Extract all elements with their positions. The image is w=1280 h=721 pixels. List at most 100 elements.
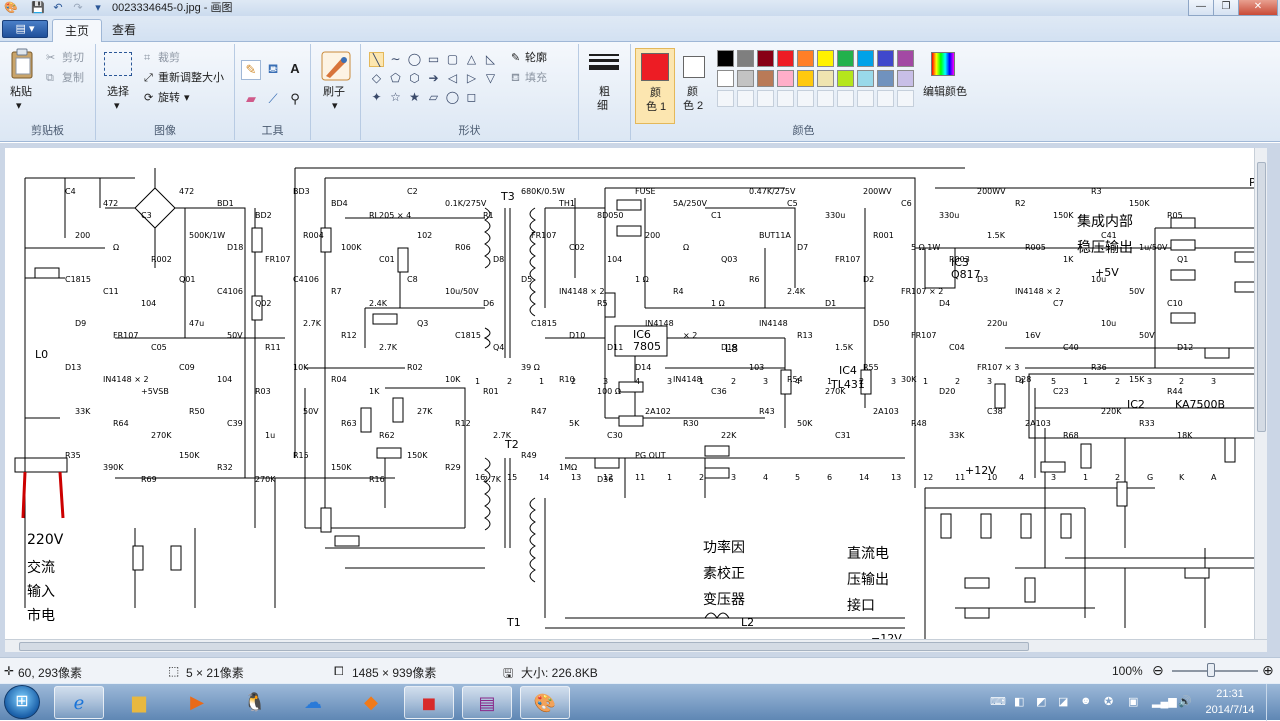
cut-button[interactable]: 剪切 <box>62 52 84 65</box>
zoom-slider-thumb[interactable] <box>1206 663 1215 677</box>
copy-button[interactable]: 复制 <box>62 72 84 85</box>
maximize-button[interactable]: ❐ <box>1213 0 1239 16</box>
red-app-icon[interactable]: ◼ <box>404 686 454 719</box>
zoom-out-button[interactable]: ⊖ <box>1152 662 1164 679</box>
vertical-scroll-thumb[interactable] <box>1257 162 1266 432</box>
palette-swatch[interactable] <box>857 90 874 107</box>
shape-option[interactable]: ◇ <box>369 71 384 86</box>
tab-view[interactable]: 查看 <box>100 19 148 43</box>
fill-icon[interactable]: ⛾ <box>511 72 520 85</box>
save-icon[interactable]: 💾 <box>30 1 46 15</box>
copy-icon[interactable]: ⧉ <box>46 72 54 85</box>
paste-icon[interactable] <box>6 48 38 80</box>
file-explorer-icon[interactable]: ▆ <box>114 686 164 719</box>
undo-icon[interactable]: ↶ <box>50 1 66 15</box>
shape-option[interactable]: ╲ <box>369 52 384 67</box>
internet-explorer-icon[interactable]: ℯ <box>54 686 104 719</box>
paste-label[interactable]: 粘贴 <box>10 86 32 99</box>
outline-dropdown[interactable]: 轮廓 <box>525 52 547 65</box>
palette-swatch[interactable] <box>797 90 814 107</box>
resize-button[interactable]: 重新调整大小 <box>158 72 224 85</box>
palette-swatch[interactable] <box>737 50 754 67</box>
palette-swatch[interactable] <box>757 50 774 67</box>
shape-option[interactable]: ◯ <box>407 52 422 67</box>
edit-colors-icon[interactable] <box>931 52 955 76</box>
redo-icon[interactable]: ↷ <box>70 1 86 15</box>
brushes-label[interactable]: 刷子 <box>323 86 345 99</box>
pencil-icon[interactable]: ✎ <box>241 60 261 80</box>
palette-swatch[interactable] <box>777 70 794 87</box>
shape-option[interactable]: ▷ <box>464 71 479 86</box>
shape-option[interactable]: ◻ <box>464 90 479 105</box>
rotate-dropdown-arrow[interactable]: ▾ <box>184 92 190 105</box>
winrar-icon[interactable]: ▤ <box>462 686 512 719</box>
palette-swatch[interactable] <box>757 70 774 87</box>
palette-swatch[interactable] <box>837 50 854 67</box>
palette-swatch[interactable] <box>897 70 914 87</box>
rotate-icon[interactable]: ⟳ <box>144 92 153 105</box>
palette-swatch[interactable] <box>777 50 794 67</box>
network-signal-icon[interactable]: ▂▄▆ <box>1152 695 1177 708</box>
shape-option[interactable]: ▱ <box>426 90 441 105</box>
minimize-button[interactable]: — <box>1188 0 1214 16</box>
horizontal-scrollbar[interactable] <box>5 639 1267 652</box>
orange-app-icon[interactable]: ◆ <box>346 686 396 719</box>
color1-selector[interactable]: 颜 色 1 <box>635 48 675 124</box>
palette-swatch[interactable] <box>797 70 814 87</box>
shape-option[interactable]: ▢ <box>445 52 460 67</box>
shape-option[interactable]: ▭ <box>426 52 441 67</box>
resize-icon[interactable]: ⤢ <box>144 72 153 85</box>
baidu-netdisk-icon[interactable]: ☁ <box>288 686 338 719</box>
outline-icon[interactable]: ✎ <box>511 52 520 65</box>
palette-swatch[interactable] <box>817 70 834 87</box>
zoom-slider[interactable] <box>1172 670 1258 672</box>
crop-icon[interactable]: ⌗ <box>144 52 150 65</box>
zoom-in-button[interactable]: ⊕ <box>1262 662 1274 679</box>
palette-swatch[interactable] <box>817 90 834 107</box>
close-button[interactable]: ✕ <box>1238 0 1278 16</box>
tray-app-icon-3[interactable]: ◪ <box>1058 695 1068 708</box>
palette-swatch[interactable] <box>897 90 914 107</box>
fill-dropdown[interactable]: 填充 <box>525 72 547 85</box>
shape-option[interactable]: ➔ <box>426 71 441 86</box>
palette-swatch[interactable] <box>717 70 734 87</box>
tray-app-icon-4[interactable]: ☻ <box>1080 695 1092 707</box>
palette-swatch[interactable] <box>737 90 754 107</box>
brushes-dropdown-arrow[interactable]: ▾ <box>332 100 338 113</box>
drawing-canvas[interactable]: T3T2T1PSIC2KA7500BIC1LM339NIC3Q817IC4TL4… <box>5 148 1267 652</box>
edit-colors-button[interactable]: 编辑颜色 <box>923 86 967 99</box>
palette-swatch[interactable] <box>797 50 814 67</box>
shape-option[interactable]: ∼ <box>388 52 403 67</box>
palette-swatch[interactable] <box>837 90 854 107</box>
shape-option[interactable]: ☆ <box>388 90 403 105</box>
palette-swatch[interactable] <box>877 90 894 107</box>
size-lines-icon[interactable] <box>589 54 619 70</box>
tray-app-icon-5[interactable]: ✪ <box>1104 695 1113 708</box>
clock-date[interactable]: 2014/7/14 <box>1200 704 1260 716</box>
qq-icon[interactable]: 🐧 <box>230 686 280 719</box>
palette-swatch[interactable] <box>817 50 834 67</box>
brush-icon[interactable] <box>320 50 352 82</box>
palette-swatch[interactable] <box>857 70 874 87</box>
shape-option[interactable]: ◁ <box>445 71 460 86</box>
paint-taskbar-icon[interactable]: 🎨 <box>520 686 570 719</box>
shape-option[interactable]: ◯ <box>445 90 460 105</box>
size-label-line2[interactable]: 细 <box>597 100 608 113</box>
volume-icon[interactable]: 🔊 <box>1178 695 1192 708</box>
cut-icon[interactable]: ✂ <box>46 52 55 65</box>
color2-selector[interactable]: 颜 色 2 <box>677 48 711 124</box>
shape-option[interactable]: ⬠ <box>388 71 403 86</box>
select-label[interactable]: 选择 <box>107 86 129 99</box>
select-dropdown-arrow[interactable]: ▾ <box>114 100 120 113</box>
palette-swatch[interactable] <box>857 50 874 67</box>
vertical-scrollbar[interactable] <box>1254 148 1267 648</box>
magnifier-icon[interactable]: ⚲ <box>285 90 305 110</box>
horizontal-scroll-thumb[interactable] <box>19 642 1029 651</box>
shape-option[interactable]: △ <box>464 52 479 67</box>
shape-option[interactable]: ⬡ <box>407 71 422 86</box>
paint-app-icon[interactable]: 🎨 <box>3 1 19 15</box>
color-picker-icon[interactable]: ⟋ <box>263 90 283 110</box>
tab-home[interactable]: 主页 <box>52 19 103 43</box>
show-desktop-button[interactable] <box>1266 684 1280 721</box>
palette-swatch[interactable] <box>897 50 914 67</box>
